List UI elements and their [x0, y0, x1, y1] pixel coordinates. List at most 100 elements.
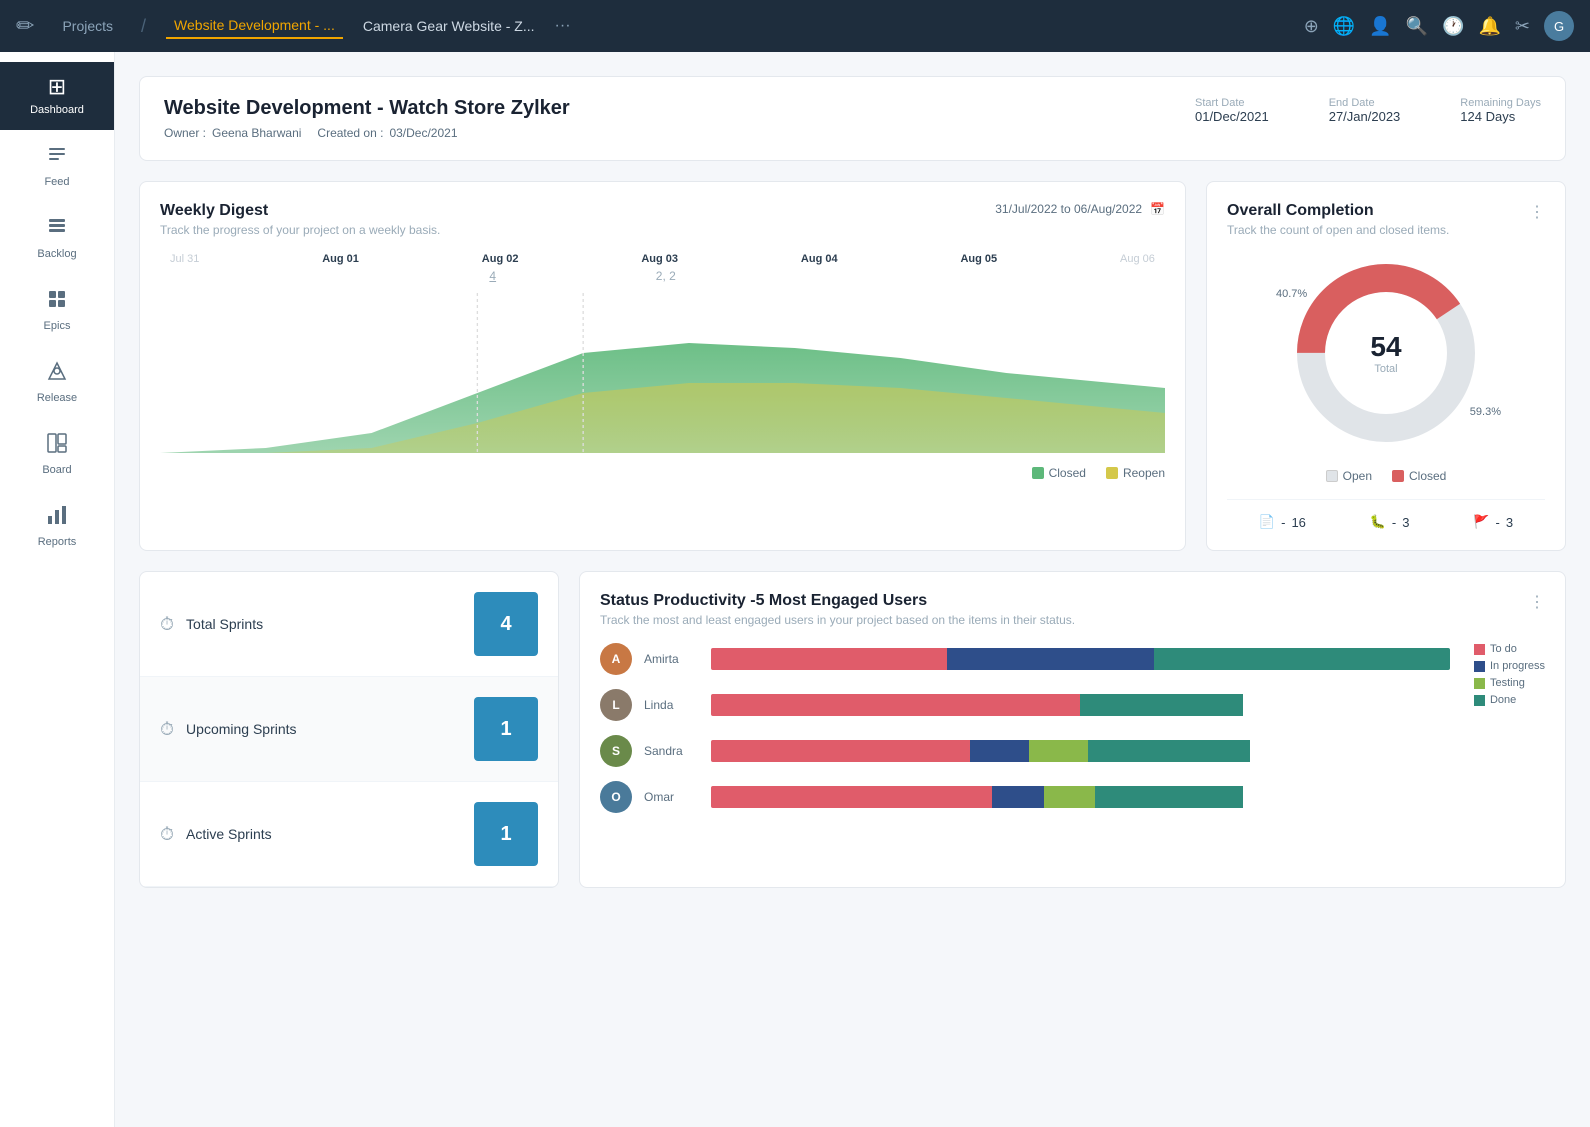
date-range-text: 31/Jul/2022 to 06/Aug/2022 [995, 202, 1142, 216]
start-date-value: 01/Dec/2021 [1195, 109, 1269, 124]
sidebar-item-reports[interactable]: Reports [0, 490, 114, 562]
sidebar-item-release[interactable]: Release [0, 346, 114, 418]
completion-legend: Open Closed [1227, 469, 1545, 483]
completion-subtitle: Track the count of open and closed items… [1227, 223, 1449, 237]
bar-row-omar: O Omar [600, 781, 1450, 813]
legend-todo-label: To do [1490, 643, 1517, 655]
project-title: Website Development - Watch Store Zylker [164, 97, 1195, 120]
stat-docs-count: 16 [1291, 515, 1305, 530]
start-date-label: Start Date [1195, 97, 1269, 109]
end-date-item: End Date 27/Jan/2023 [1329, 97, 1401, 124]
aug03-sub: 2, 2 [656, 269, 676, 283]
globe-icon[interactable]: 🌐 [1333, 16, 1355, 37]
sprint-item-total: ⏱ Total Sprints 4 [140, 572, 558, 677]
avatar-amirta: A [600, 643, 632, 675]
date-jul31: Jul 31 [170, 253, 199, 265]
completion-title: Overall Completion [1227, 202, 1449, 220]
main-content: Website Development - Watch Store Zylker… [115, 52, 1590, 1127]
date-aug02: Aug 02 [482, 253, 519, 265]
legend-closed-label: Closed [1049, 466, 1086, 480]
reports-icon [46, 504, 68, 530]
prod-title: Status Productivity -5 Most Engaged User… [600, 592, 1075, 610]
bell-icon[interactable]: 🔔 [1478, 16, 1500, 37]
prod-more-button[interactable]: ⋮ [1529, 592, 1545, 612]
nav-logo-icon: ✏ [16, 13, 34, 39]
dashboard-icon: ⊞ [48, 76, 66, 98]
legend-open: Open [1326, 469, 1372, 483]
calendar-icon[interactable]: 📅 [1150, 202, 1165, 216]
active-sprints-icon: ⏱ [160, 824, 174, 845]
upcoming-sprints-count: 1 [474, 697, 538, 761]
weekly-chart [160, 293, 1165, 453]
owner-name: Geena Bharwani [212, 126, 301, 140]
remaining-days-value: 124 Days [1460, 109, 1541, 124]
avatar-sandra: S [600, 735, 632, 767]
name-omar: Omar [644, 790, 699, 804]
settings-icon[interactable]: ✂ [1515, 16, 1530, 37]
sidebar-item-epics[interactable]: Epics [0, 274, 114, 346]
bottom-row: ⏱ Total Sprints 4 ⏱ Upcoming Sprints 1 ⏱ [139, 571, 1566, 888]
epics-icon [46, 288, 68, 314]
legend-reopen: Reopen [1106, 466, 1165, 480]
nav-divider: / [141, 16, 146, 37]
legend-testing-label: Testing [1490, 677, 1525, 689]
active-sprints-count: 1 [474, 802, 538, 866]
legend-open-label: Open [1343, 469, 1372, 483]
sidebar-item-dashboard[interactable]: ⊞ Dashboard [0, 62, 114, 130]
clock-icon[interactable]: 🕐 [1442, 16, 1464, 37]
release-icon [46, 360, 68, 386]
user-icon[interactable]: 👤 [1369, 16, 1391, 37]
nav-camera-gear[interactable]: Camera Gear Website - Z... [363, 18, 535, 34]
created-date: 03/Dec/2021 [389, 126, 457, 140]
date-aug03: Aug 03 [641, 253, 678, 265]
docs-icon: 📄 [1259, 514, 1275, 530]
legend-done: Done [1474, 694, 1545, 706]
stat-bugs: 🐛 - 3 [1370, 514, 1410, 530]
sidebar-epics-label: Epics [44, 320, 71, 332]
legend-closed-completion: Closed [1392, 469, 1446, 483]
sidebar-item-feed[interactable]: Feed [0, 130, 114, 202]
sidebar-item-backlog[interactable]: Backlog [0, 202, 114, 274]
completion-more-button[interactable]: ⋮ [1529, 202, 1545, 222]
date-aug06: Aug 06 [1120, 253, 1155, 265]
donut-chart: 54 Total 40.7% 59.3% [1227, 253, 1545, 453]
nav-projects[interactable]: Projects [54, 14, 121, 38]
stat-flags-count: 3 [1506, 515, 1513, 530]
sprint-item-upcoming: ⏱ Upcoming Sprints 1 [140, 677, 558, 782]
sidebar-item-board[interactable]: Board [0, 418, 114, 490]
stat-separator-2: - [1392, 515, 1396, 530]
legend-testing: Testing [1474, 677, 1545, 689]
project-dates: Start Date 01/Dec/2021 End Date 27/Jan/2… [1195, 97, 1541, 124]
nav-website-dev[interactable]: Website Development - ... [166, 13, 343, 39]
total-sprints-icon: ⏱ [160, 614, 174, 635]
name-linda: Linda [644, 698, 699, 712]
flag-icon: 🚩 [1473, 514, 1489, 530]
donut-total: 54 [1370, 331, 1401, 363]
bar-row-sandra: S Sandra [600, 735, 1450, 767]
add-icon[interactable]: ⊕ [1304, 16, 1319, 37]
sidebar-feed-label: Feed [44, 176, 69, 188]
bars-omar [711, 786, 1450, 808]
sidebar-dashboard-label: Dashboard [30, 104, 84, 116]
nav-more-button[interactable]: ··· [555, 17, 571, 35]
end-date-value: 27/Jan/2023 [1329, 109, 1401, 124]
sidebar-board-label: Board [42, 464, 71, 476]
overall-completion-card: Overall Completion Track the count of op… [1206, 181, 1566, 551]
legend-done-label: Done [1490, 694, 1516, 706]
bars-sandra [711, 740, 1450, 762]
search-icon[interactable]: 🔍 [1406, 16, 1428, 37]
date-aug01: Aug 01 [322, 253, 359, 265]
date-aug04: Aug 04 [801, 253, 838, 265]
total-sprints-label: Total Sprints [186, 616, 263, 632]
stat-bugs-count: 3 [1402, 515, 1409, 530]
feed-icon [46, 144, 68, 170]
legend-todo: To do [1474, 643, 1545, 655]
stat-docs: 📄 - 16 [1259, 514, 1306, 530]
legend-inprogress-label: In progress [1490, 660, 1545, 672]
project-meta: Owner : Geena Bharwani Created on : 03/D… [164, 126, 1195, 140]
legend-closed-completion-label: Closed [1409, 469, 1446, 483]
user-avatar[interactable]: G [1544, 11, 1574, 41]
stat-separator-1: - [1281, 515, 1285, 530]
sidebar-release-label: Release [37, 392, 77, 404]
sprint-panel: ⏱ Total Sprints 4 ⏱ Upcoming Sprints 1 ⏱ [139, 571, 559, 888]
